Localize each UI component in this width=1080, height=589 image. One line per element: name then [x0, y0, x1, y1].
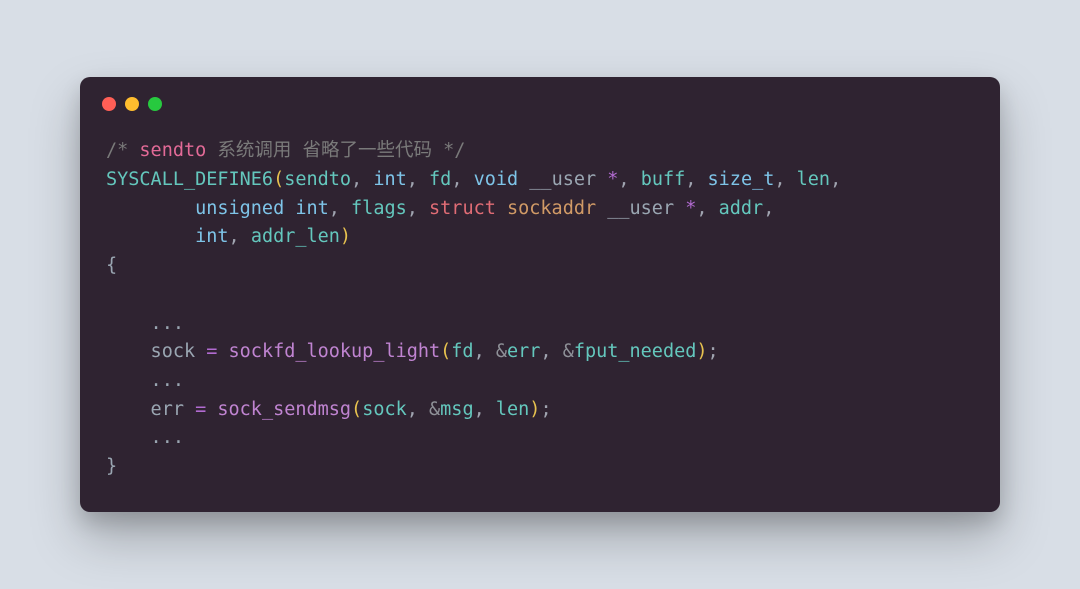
- param-addrlen: addr_len: [251, 226, 340, 247]
- comma: ,: [351, 169, 373, 190]
- equals: =: [195, 399, 206, 420]
- comma: ,: [451, 169, 473, 190]
- macro-name: SYSCALL_DEFINE6: [106, 169, 273, 190]
- code-window: /* sendto 系统调用 省略了一些代码 */ SYSCALL_DEFINE…: [80, 77, 1000, 511]
- comma: ,: [763, 198, 774, 219]
- indent: [106, 198, 195, 219]
- paren-open: (: [440, 341, 451, 362]
- assign-lhs: sock: [106, 341, 206, 362]
- pointer-star: *: [607, 169, 618, 190]
- semicolon: ;: [708, 341, 719, 362]
- comma: ,: [696, 198, 718, 219]
- syscall-name: sendto: [284, 169, 351, 190]
- paren-close: ): [696, 341, 707, 362]
- ampersand: &: [563, 341, 574, 362]
- space: [518, 169, 529, 190]
- equals: =: [206, 341, 217, 362]
- type-void: void: [474, 169, 519, 190]
- param-flags: flags: [351, 198, 407, 219]
- space: [596, 198, 607, 219]
- semicolon: ;: [540, 399, 551, 420]
- comment-keyword: sendto: [139, 140, 206, 161]
- close-icon[interactable]: [102, 97, 116, 111]
- type-int: int: [195, 226, 228, 247]
- window-controls: [80, 77, 1000, 119]
- comma: ,: [774, 169, 796, 190]
- param-len: len: [797, 169, 830, 190]
- paren-open: (: [351, 399, 362, 420]
- indent: [106, 226, 195, 247]
- space: [496, 198, 507, 219]
- ampersand: &: [429, 399, 440, 420]
- comma: ,: [474, 341, 496, 362]
- space: [217, 341, 228, 362]
- comma: ,: [618, 169, 640, 190]
- type-sockaddr: sockaddr: [507, 198, 596, 219]
- type-sizet: size_t: [708, 169, 775, 190]
- arg-len: len: [496, 399, 529, 420]
- param-buff: buff: [641, 169, 686, 190]
- type-unsigned-int: unsigned int: [195, 198, 329, 219]
- param-addr: addr: [719, 198, 764, 219]
- space: [596, 169, 607, 190]
- space: [674, 198, 685, 219]
- arg-msg: msg: [440, 399, 473, 420]
- ellipsis-line: ...: [106, 370, 184, 391]
- arg-err: err: [507, 341, 540, 362]
- paren-close: ): [340, 226, 351, 247]
- comma: ,: [407, 169, 429, 190]
- brace-open: {: [106, 255, 117, 276]
- paren-open: (: [273, 169, 284, 190]
- comment-line: /* sendto 系统调用 省略了一些代码 */: [106, 140, 465, 161]
- type-int: int: [373, 169, 406, 190]
- arg-fput-needed: fput_needed: [574, 341, 697, 362]
- comma: ,: [540, 341, 562, 362]
- ellipsis-line: ...: [106, 427, 184, 448]
- comment-open: /*: [106, 140, 139, 161]
- arg-sock: sock: [362, 399, 407, 420]
- assign-lhs: err: [106, 399, 195, 420]
- fn-sockfd-lookup-light: sockfd_lookup_light: [229, 341, 441, 362]
- ampersand: &: [496, 341, 507, 362]
- fn-sock-sendmsg: sock_sendmsg: [217, 399, 351, 420]
- ellipsis-line: ...: [106, 313, 184, 334]
- pointer-star: *: [685, 198, 696, 219]
- brace-close: }: [106, 456, 117, 477]
- param-fd: fd: [429, 169, 451, 190]
- keyword-struct: struct: [429, 198, 496, 219]
- zoom-icon[interactable]: [148, 97, 162, 111]
- comma: ,: [830, 169, 841, 190]
- comma: ,: [685, 169, 707, 190]
- comma: ,: [474, 399, 496, 420]
- comma: ,: [407, 399, 429, 420]
- user-annotation: __user: [529, 169, 596, 190]
- comma: ,: [229, 226, 251, 247]
- comma: ,: [407, 198, 429, 219]
- arg-fd: fd: [451, 341, 473, 362]
- space: [206, 399, 217, 420]
- comma: ,: [329, 198, 351, 219]
- user-annotation: __user: [607, 198, 674, 219]
- code-block: /* sendto 系统调用 省略了一些代码 */ SYSCALL_DEFINE…: [80, 119, 1000, 487]
- comment-text: 系统调用 省略了一些代码 */: [206, 140, 465, 161]
- paren-close: ): [529, 399, 540, 420]
- minimize-icon[interactable]: [125, 97, 139, 111]
